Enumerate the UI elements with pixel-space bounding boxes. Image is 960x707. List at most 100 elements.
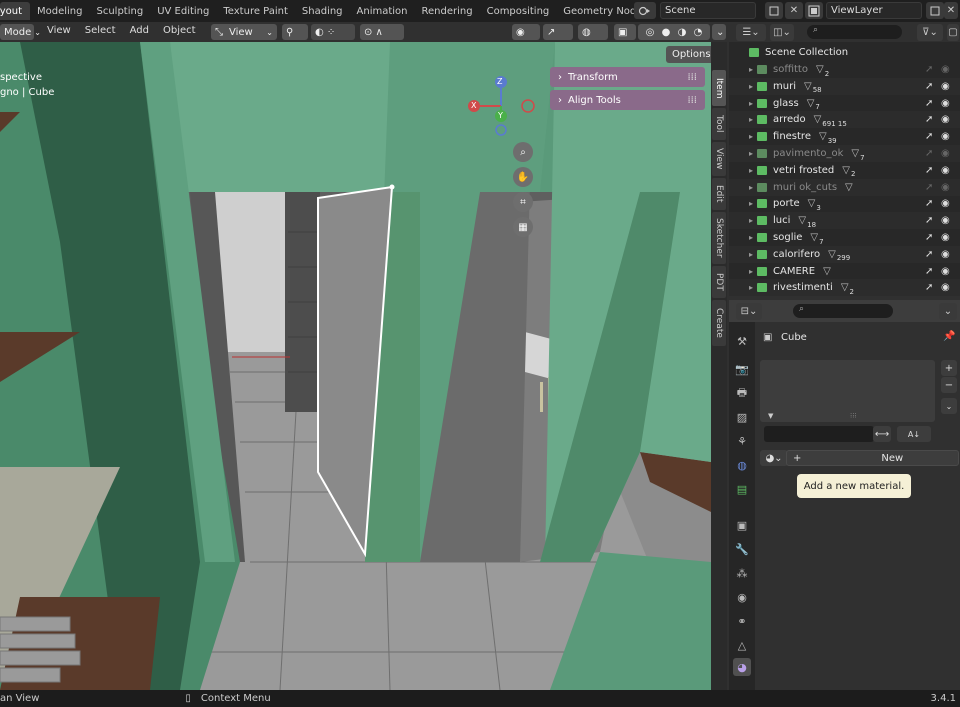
expand-arrow-icon[interactable]: ▸ <box>749 115 753 124</box>
outliner-row[interactable]: ▸ glass ▽ 7 ➚ ◉ <box>729 95 960 112</box>
delete-scene-icon[interactable]: ✕ <box>785 2 803 19</box>
orientation-dropdown[interactable]: ⤡ View ⌄ <box>211 24 277 40</box>
expand-arrow-icon[interactable]: ▸ <box>749 250 753 259</box>
xray-toggle[interactable]: ▣ <box>614 24 636 40</box>
expand-arrow-icon[interactable]: ▸ <box>749 65 753 74</box>
slot-specials-button[interactable]: ⌄ <box>941 398 957 414</box>
outliner-row[interactable]: ▸ luci ▽ 18 ➚ ◉ <box>729 212 960 230</box>
eye-icon[interactable]: ◉ <box>941 81 950 92</box>
scene-field[interactable]: Scene <box>660 2 756 19</box>
pin-icon[interactable]: 📌 <box>943 331 955 342</box>
add-slot-button[interactable]: + <box>941 360 957 376</box>
invert-filter-icon[interactable]: ⟷ <box>873 426 891 442</box>
world-icon[interactable]: ◍ <box>733 456 751 474</box>
eye-icon[interactable]: ◉ <box>941 182 950 193</box>
select-arrow-icon[interactable]: ➚ <box>925 98 933 109</box>
slot-filter-input[interactable] <box>764 426 874 442</box>
expand-arrow-icon[interactable]: ▸ <box>749 149 753 158</box>
proportional-edit-dropdown[interactable]: ⊙ ∧ <box>360 24 404 40</box>
outliner-row[interactable]: ▸ calorifero ▽ 299 ➚ ◉ <box>729 245 960 263</box>
browse-material-icon[interactable]: ◕⌄ <box>760 450 788 466</box>
select-arrow-icon[interactable]: ➚ <box>925 114 933 125</box>
workspace-tab-uv-editing[interactable]: UV Editing <box>150 2 216 20</box>
view-layer-tab-icon[interactable]: ▨ <box>733 408 751 426</box>
workspace-tab-shading[interactable]: Shading <box>295 2 350 20</box>
expand-arrow-icon[interactable]: ▸ <box>749 233 753 242</box>
eye-icon[interactable]: ◉ <box>941 148 950 159</box>
snap-dropdown[interactable]: ◐ ⁘ <box>311 24 355 40</box>
expand-arrow-icon[interactable]: ▸ <box>749 267 753 276</box>
select-arrow-icon[interactable]: ➚ <box>925 198 933 209</box>
menu-add[interactable]: Add <box>123 25 156 36</box>
eye-icon[interactable]: ◉ <box>941 165 950 176</box>
outliner-row[interactable]: ▸ muri ▽ 58 ➚ ◉ <box>729 77 960 95</box>
shading-modes[interactable]: ◎ ● ◑ ◔ <box>638 24 710 40</box>
new-scene-icon[interactable] <box>765 2 783 19</box>
filter-icon[interactable]: ⊽⌄ <box>917 24 943 41</box>
outliner-search-input[interactable]: ⌕ <box>807 25 902 39</box>
drag-handle-icon[interactable]: ⁞⁞⁞ <box>687 72 697 83</box>
tab-sketcher[interactable]: Sketcher <box>712 212 726 264</box>
align-tools-panel[interactable]: › Align Tools ⁞⁞⁞ <box>550 90 705 110</box>
outliner-row[interactable]: ▸ vetri frosted ▽ 2 ➚ ◉ <box>729 162 960 179</box>
tool-settings-icon[interactable]: ⚒ <box>733 332 751 350</box>
outliner-row[interactable]: ▸ soffitto ▽ 2 ➚ ◉ <box>729 61 960 78</box>
tab-view[interactable]: View <box>712 142 726 176</box>
modifier-wrench-icon[interactable]: 🔧 <box>733 540 751 558</box>
remove-slot-button[interactable]: − <box>941 377 957 393</box>
3d-viewport[interactable]: spective gno | Cube Z X Y ⌕ ✋ ⌗ ▦ Option… <box>0 42 711 690</box>
collection-tab-icon[interactable]: ▤ <box>733 480 751 498</box>
workspace-tab-rendering[interactable]: Rendering <box>415 2 480 20</box>
select-arrow-icon[interactable]: ➚ <box>925 215 933 226</box>
expand-arrow-icon[interactable]: ▸ <box>749 283 753 292</box>
outliner-row[interactable]: ▸ arredo ▽ 691 15 ➚ ◉ <box>729 111 960 129</box>
new-material-button[interactable]: + New <box>786 450 959 466</box>
select-arrow-icon[interactable]: ➚ <box>925 131 933 142</box>
eye-icon[interactable]: ◉ <box>941 266 950 277</box>
outliner-row[interactable]: ▸ porte ▽ 3 ➚ ◉ <box>729 195 960 212</box>
camera-icon[interactable]: ⌗ <box>513 192 533 212</box>
object-data-icon[interactable]: △ <box>733 636 751 654</box>
expand-list-icon[interactable]: ▼ <box>768 412 773 420</box>
workspace-tab-layout[interactable]: Layout <box>0 2 30 20</box>
expand-arrow-icon[interactable]: ▸ <box>749 216 753 225</box>
workspace-tab-sculpting[interactable]: Sculpting <box>90 2 151 20</box>
view-layer-icon[interactable] <box>805 2 823 19</box>
pan-hand-icon[interactable]: ✋ <box>513 167 533 187</box>
expand-arrow-icon[interactable]: ▸ <box>749 199 753 208</box>
select-arrow-icon[interactable]: ➚ <box>925 282 933 293</box>
select-arrow-icon[interactable]: ➚ <box>925 81 933 92</box>
menu-select[interactable]: Select <box>78 25 123 36</box>
chevron-down-icon[interactable]: ⌄ <box>939 303 957 320</box>
select-arrow-icon[interactable]: ➚ <box>925 64 933 75</box>
select-arrow-icon[interactable]: ➚ <box>925 182 933 193</box>
outliner-root-row[interactable]: Scene Collection <box>729 44 960 61</box>
eye-icon[interactable]: ◉ <box>941 215 950 226</box>
visibility-dropdown[interactable]: ◉ <box>512 24 540 40</box>
outliner-row[interactable]: ▸ rivestimenti ▽ 2 ➚ ◉ <box>729 279 960 297</box>
constraints-icon[interactable]: ⚭ <box>733 612 751 630</box>
expand-arrow-icon[interactable]: ▸ <box>749 99 753 108</box>
select-arrow-icon[interactable]: ➚ <box>925 165 933 176</box>
eye-icon[interactable]: ◉ <box>941 198 950 209</box>
eye-icon[interactable]: ◉ <box>941 232 950 243</box>
select-arrow-icon[interactable]: ➚ <box>925 266 933 277</box>
material-icon[interactable]: ◕ <box>733 658 751 676</box>
zoom-icon[interactable]: ⌕ <box>513 142 533 162</box>
properties-search-input[interactable]: ⌕ <box>793 304 893 318</box>
scene-tab-icon[interactable]: ⚘ <box>733 432 751 450</box>
new-view-layer-icon[interactable] <box>926 2 944 19</box>
eye-icon[interactable]: ◉ <box>941 98 950 109</box>
workspace-tab-texture-paint[interactable]: Texture Paint <box>216 2 295 20</box>
tab-item[interactable]: Item <box>712 70 726 106</box>
wireframe-shading-icon[interactable]: ◎ <box>646 27 655 38</box>
eye-icon[interactable]: ◉ <box>941 282 950 293</box>
eye-icon[interactable]: ◉ <box>941 131 950 142</box>
outliner-row[interactable]: ▸ soglie ▽ 7 ➚ ◉ <box>729 229 960 246</box>
scene-browse-icon[interactable] <box>634 2 656 19</box>
display-mode-icon[interactable]: ◫⌄ <box>770 24 794 41</box>
expand-arrow-icon[interactable]: ▸ <box>749 82 753 91</box>
expand-arrow-icon[interactable]: ▸ <box>749 183 753 192</box>
workspace-tab-animation[interactable]: Animation <box>350 2 415 20</box>
particles-icon[interactable]: ⁂ <box>733 564 751 582</box>
